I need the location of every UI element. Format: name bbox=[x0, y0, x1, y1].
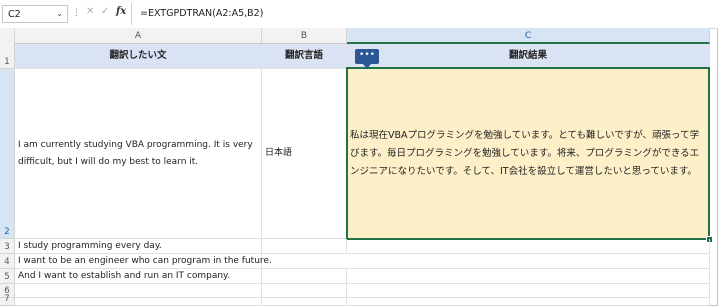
more-options-icon[interactable]: ⋮ bbox=[72, 8, 81, 18]
cell-a3[interactable]: I study programming every day. bbox=[15, 239, 262, 254]
formula-input[interactable]: =EXTGPDTRAN(A2:A5,B2) bbox=[140, 8, 263, 19]
cell-c4[interactable] bbox=[347, 254, 710, 269]
cell-c2-selected[interactable]: 私は現在VBAプログラミングを勉強しています。とても難しいですが、頑張って学びま… bbox=[346, 67, 710, 240]
cell-c3[interactable] bbox=[347, 239, 710, 254]
cell-a6[interactable] bbox=[15, 284, 262, 298]
row-header-4[interactable]: 4 bbox=[0, 254, 15, 269]
cell-b2[interactable]: 日本語 bbox=[262, 69, 347, 239]
select-all-corner[interactable] bbox=[0, 28, 15, 45]
cell-a5[interactable]: And I want to establish and run an IT co… bbox=[15, 269, 262, 284]
cell-b5[interactable] bbox=[262, 269, 347, 284]
row-header-1[interactable]: 1 bbox=[0, 44, 15, 69]
name-box-value: C2 bbox=[8, 9, 21, 20]
cell-a7[interactable] bbox=[15, 298, 262, 306]
cell-c6[interactable] bbox=[347, 284, 710, 298]
cell-a2-text: I am currently studying VBA programming.… bbox=[18, 139, 253, 167]
column-header-b[interactable]: B bbox=[262, 28, 347, 44]
cell-c7[interactable] bbox=[347, 298, 710, 306]
cell-b7[interactable] bbox=[262, 298, 347, 306]
row-header-5[interactable]: 5 bbox=[0, 269, 15, 284]
name-box[interactable]: C2 ⌄ bbox=[2, 5, 68, 23]
cell-a4[interactable]: I want to be an engineer who can program… bbox=[15, 254, 272, 269]
cell-b6[interactable] bbox=[262, 284, 347, 298]
cell-b2-text: 日本語 bbox=[265, 148, 293, 158]
cell-c5[interactable] bbox=[347, 269, 710, 284]
row-header-7[interactable]: 7 bbox=[0, 294, 15, 306]
cell-c1[interactable]: 翻訳結果 bbox=[347, 44, 710, 69]
insert-function-icon[interactable]: fx bbox=[116, 6, 126, 17]
more-options-tag[interactable]: ••• bbox=[355, 49, 379, 69]
confirm-icon[interactable]: ✓ bbox=[101, 6, 109, 17]
column-header-a[interactable]: A bbox=[15, 28, 262, 44]
cell-c2-text: 私は現在VBAプログラミングを勉強しています。とても難しいですが、頑張って学びま… bbox=[350, 129, 700, 177]
cell-a2[interactable]: I am currently studying VBA programming.… bbox=[15, 69, 262, 239]
cell-b4[interactable] bbox=[262, 254, 347, 269]
formula-bar: C2 ⌄ ⋮ ✕ ✓ fx =EXTGPDTRAN(A2:A5,B2) bbox=[0, 0, 718, 29]
cancel-icon[interactable]: ✕ bbox=[86, 6, 94, 17]
cell-b1[interactable]: 翻訳言語 bbox=[262, 44, 347, 69]
cell-a1[interactable]: 翻訳したい文 bbox=[15, 44, 262, 69]
cell-b3[interactable] bbox=[262, 239, 347, 254]
chevron-down-icon[interactable]: ⌄ bbox=[56, 9, 63, 18]
column-header-c[interactable]: C bbox=[347, 28, 710, 44]
row-header-3[interactable]: 3 bbox=[0, 239, 15, 254]
row-header-2[interactable]: 2 bbox=[0, 69, 15, 239]
formula-divider bbox=[131, 3, 132, 25]
